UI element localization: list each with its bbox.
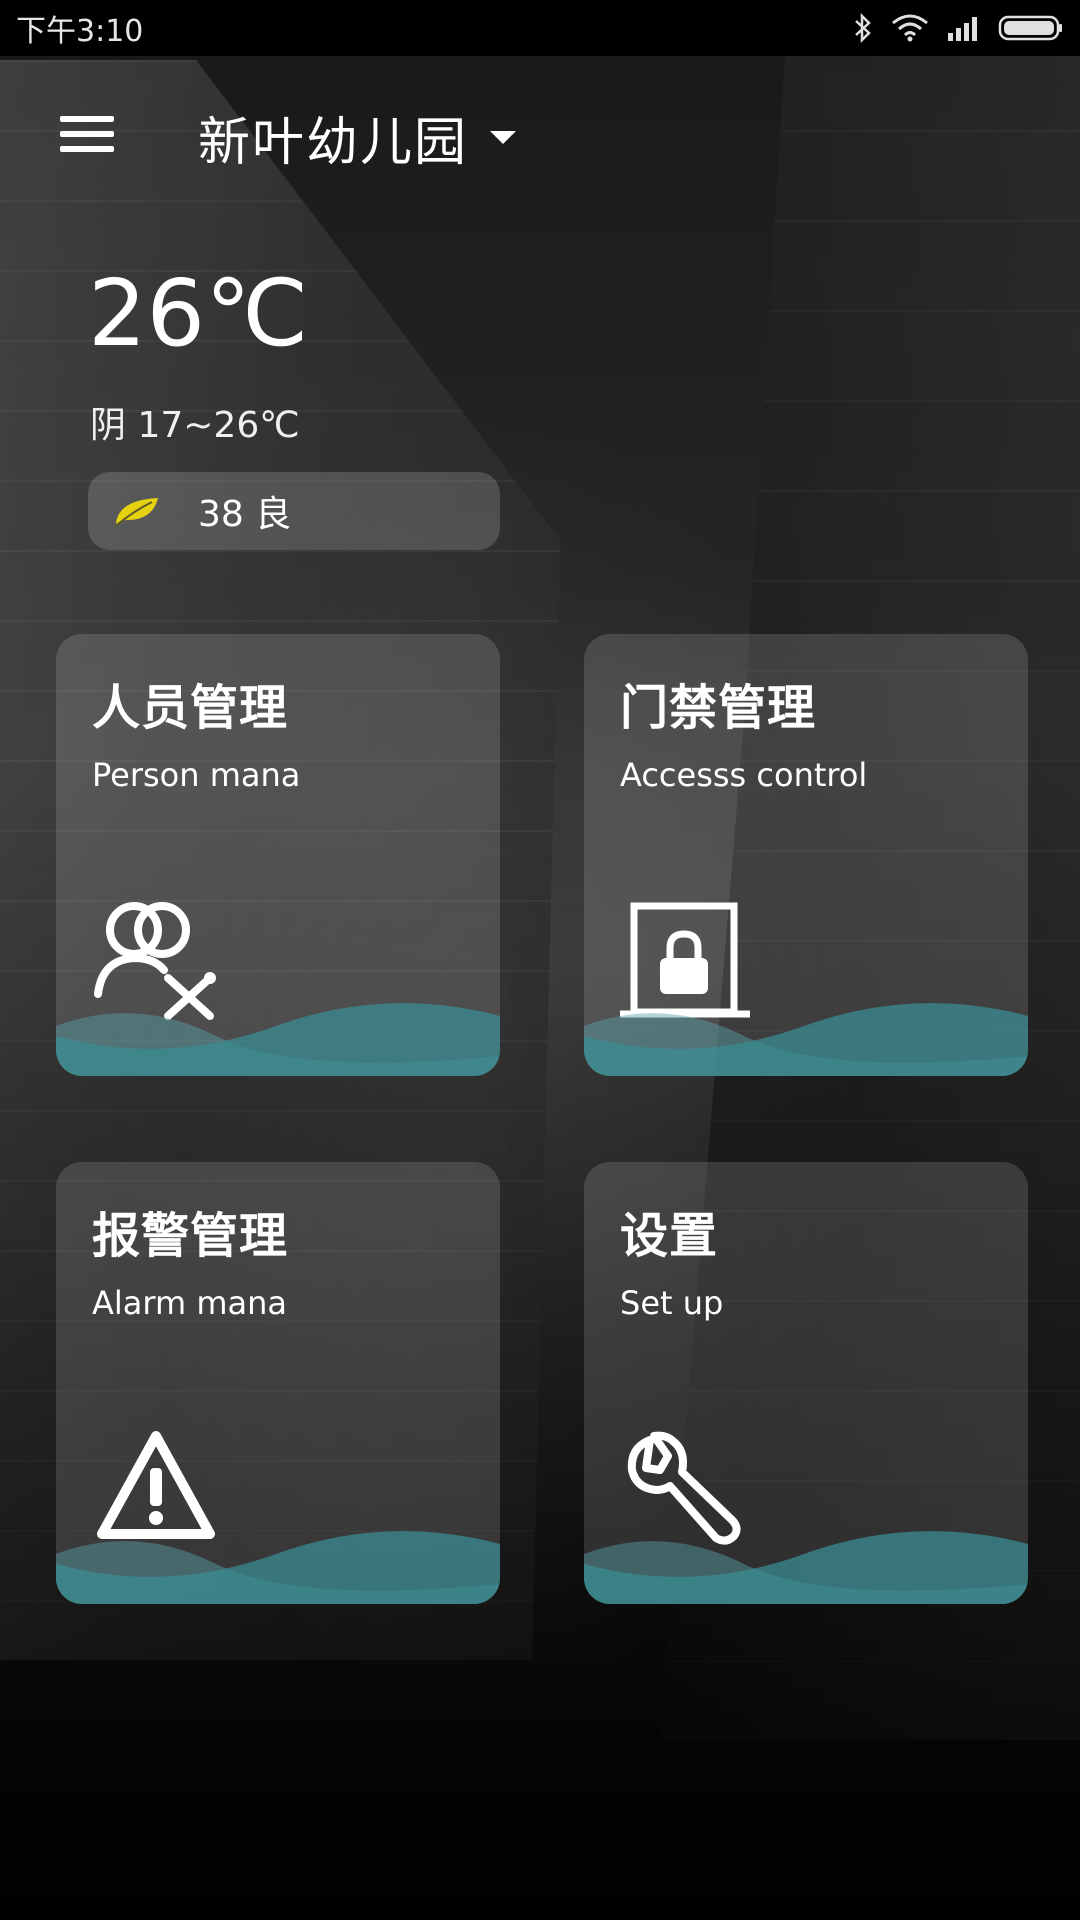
wifi-icon [890, 13, 930, 43]
tile-title: 人员管理 [92, 680, 289, 736]
tile-wave [56, 1531, 500, 1604]
tile-wave [56, 1003, 500, 1076]
person-management-tile[interactable]: 人员管理 Person mana [56, 634, 500, 1076]
tile-subtitle: Person mana [92, 756, 301, 794]
status-time: 下午3:10 [16, 14, 144, 49]
tile-wave [584, 1003, 1028, 1076]
signal-icon [946, 13, 982, 43]
app-title: 新叶幼儿园 [198, 113, 469, 173]
bluetooth-icon [852, 13, 874, 43]
air-quality-text: 38 良 [198, 494, 292, 535]
status-icons [852, 13, 1064, 43]
alarm-management-tile[interactable]: 报警管理 Alarm mana [56, 1162, 500, 1604]
hamburger-menu-icon[interactable] [60, 116, 114, 156]
battery-icon [998, 13, 1064, 43]
tile-wave [584, 1531, 1028, 1604]
tile-subtitle: Set up [620, 1284, 724, 1322]
caret-down-icon [490, 131, 517, 144]
weather-condition: 阴 17~26℃ [90, 405, 300, 446]
tile-title: 报警管理 [92, 1208, 289, 1264]
air-quality-badge: 38 良 [88, 472, 500, 550]
status-bar: 下午3:10 [0, 0, 1080, 56]
kindergarten-selector[interactable]: 新叶幼儿园 [198, 100, 517, 175]
tile-subtitle: Alarm mana [92, 1284, 287, 1322]
settings-tile[interactable]: 设置 Set up [584, 1162, 1028, 1604]
app-bar: 新叶幼儿园 [0, 56, 1080, 216]
tile-title: 门禁管理 [620, 680, 817, 736]
temperature: 26℃ [88, 260, 309, 367]
leaf-icon [112, 494, 162, 532]
access-control-tile[interactable]: 门禁管理 Accesss control [584, 634, 1028, 1076]
tile-subtitle: Accesss control [620, 756, 868, 794]
tile-title: 设置 [620, 1208, 719, 1264]
home-screen: 下午3:10 新叶幼儿园 26℃ 阴 17~26℃ 38 良 人员管理 Pers… [0, 0, 1080, 1920]
